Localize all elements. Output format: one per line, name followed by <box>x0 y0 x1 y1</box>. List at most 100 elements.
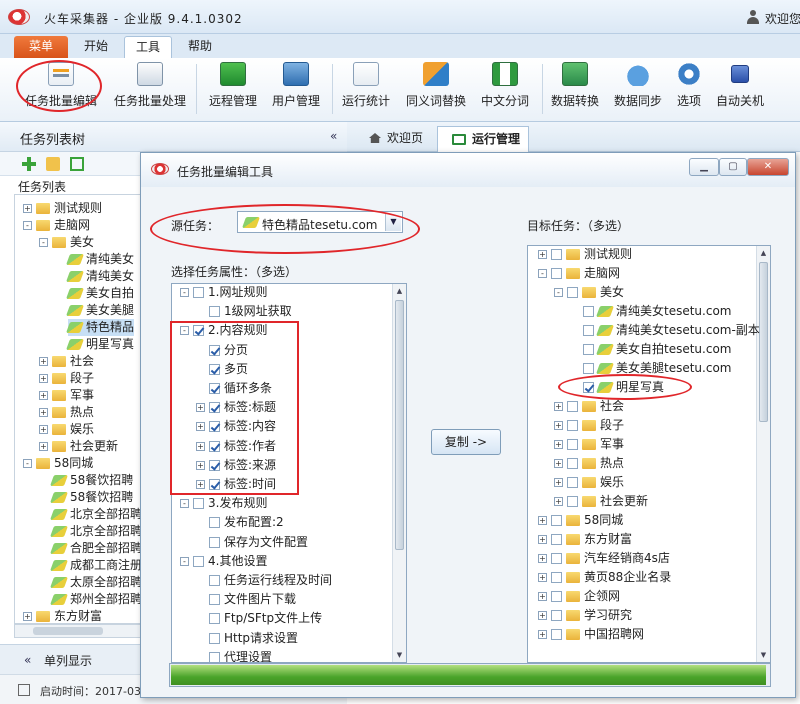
checkbox[interactable] <box>209 613 220 625</box>
tree-row[interactable]: + 东方财富 <box>23 608 102 623</box>
tree-row[interactable]: - 走脑网 <box>538 265 620 282</box>
checkbox[interactable] <box>567 496 578 507</box>
tree-row[interactable]: + 测试规则 <box>23 200 102 217</box>
checkbox[interactable] <box>209 575 220 586</box>
source-task-select[interactable]: 特色精品tesetu.com ▼ <box>237 211 403 233</box>
expand-icon[interactable]: + <box>39 391 48 400</box>
tree-row[interactable]: + 社会更新 <box>39 438 118 455</box>
tree-row[interactable]: 美女美腿tesetu.com <box>583 360 731 377</box>
tree-row[interactable]: + 军事 <box>39 387 94 404</box>
checkbox[interactable] <box>209 594 220 606</box>
tree-row[interactable]: + 标签:时间 <box>196 476 276 493</box>
scroll-thumb[interactable] <box>33 627 103 635</box>
tree-row[interactable]: Http请求设置 <box>209 630 298 647</box>
checkbox[interactable] <box>551 591 562 602</box>
checkbox[interactable] <box>209 402 220 414</box>
scroll-up-icon[interactable]: ▲ <box>757 246 770 260</box>
tab-welcome[interactable]: 欢迎页 <box>353 126 429 152</box>
chinese-segment-button[interactable]: 中文分词 <box>478 62 532 118</box>
checkbox[interactable] <box>209 536 220 548</box>
data-sync-button[interactable]: 数据同步 <box>612 62 664 118</box>
expand-icon[interactable]: + <box>196 422 205 432</box>
tree-row[interactable]: 成都工商注册 <box>49 557 142 574</box>
tree-row[interactable]: + 军事 <box>554 436 624 453</box>
data-convert-button[interactable]: 数据转换 <box>548 62 602 118</box>
checkbox[interactable] <box>567 287 578 298</box>
checkbox[interactable] <box>209 363 220 375</box>
tree-row[interactable]: 北京全部招聘 <box>49 506 142 523</box>
tree-row[interactable]: + 东方财富 <box>538 531 632 548</box>
tree-row[interactable]: + 标签:作者 <box>196 438 276 455</box>
scroll-thumb[interactable] <box>759 262 768 422</box>
tree-row[interactable]: - 1.网址规则 <box>180 284 267 301</box>
menu-button[interactable]: 菜单 <box>14 36 68 58</box>
expand-icon[interactable]: + <box>23 204 32 213</box>
checkbox[interactable] <box>583 344 594 355</box>
collapse-icon[interactable]: - <box>39 238 48 247</box>
tree-row[interactable]: 分页 <box>209 342 248 359</box>
checkbox[interactable] <box>583 325 594 336</box>
expand-icon[interactable]: + <box>196 403 205 413</box>
tree-row[interactable]: 美女自拍tesetu.com <box>583 341 731 358</box>
expand-icon[interactable]: + <box>39 357 48 366</box>
collapse-icon[interactable]: - <box>180 326 189 336</box>
expand-icon[interactable]: + <box>538 630 547 639</box>
checkbox[interactable] <box>583 382 594 393</box>
collapse-icon[interactable]: - <box>23 221 32 230</box>
tree-row[interactable]: 明星写真 <box>65 336 134 353</box>
tree-row[interactable]: 清纯美女tesetu.com <box>583 303 731 320</box>
expand-icon[interactable]: + <box>538 573 547 582</box>
task-attributes-tree[interactable]: ▲ ▼ - 1.网址规则 1级网址获取 - 2.内容规则 分页 多页 循环多条 + 标签:标题 + 标… <box>171 283 407 663</box>
expand-icon[interactable]: + <box>538 611 547 620</box>
checkbox[interactable] <box>209 383 220 394</box>
tree-row[interactable]: + 标签:标题 <box>196 399 276 416</box>
expand-icon[interactable]: + <box>39 374 48 383</box>
tree-row[interactable]: 清纯美女tesetu.com-副本 <box>583 322 760 339</box>
tree-row[interactable]: 太原全部招聘 <box>49 574 142 591</box>
checkbox[interactable] <box>551 610 562 621</box>
options-button[interactable]: 选项 <box>672 62 706 118</box>
tree-row[interactable]: 代理设置 <box>209 649 272 662</box>
expand-icon[interactable]: + <box>196 460 205 470</box>
target-tasks-tree[interactable]: ▲ ▼ + 测试规则 - 走脑网 - 美女 清纯美女tesetu.com 清纯美女tesetu… <box>527 245 771 663</box>
scroll-thumb[interactable] <box>395 300 404 550</box>
tree-row[interactable]: +58同城 <box>538 512 623 529</box>
expand-icon[interactable]: + <box>23 612 32 621</box>
remote-manage-button[interactable]: 远程管理 <box>204 62 262 118</box>
tree-row[interactable]: 任务运行线程及时间 <box>209 572 332 589</box>
checkbox[interactable] <box>209 517 220 529</box>
checkbox[interactable] <box>583 306 594 317</box>
tree-row[interactable]: 明星写真 <box>583 379 664 396</box>
attr-tree-scrollbar[interactable]: ▲ ▼ <box>392 284 406 662</box>
tab-tools[interactable]: 工具 <box>124 36 172 58</box>
tree-row[interactable]: - 3.发布规则 <box>180 495 267 512</box>
user-manage-button[interactable]: 用户管理 <box>268 62 324 118</box>
checkbox[interactable] <box>209 344 220 356</box>
checkbox[interactable] <box>551 515 562 526</box>
tree-row[interactable]: - 美女 <box>554 284 624 301</box>
chevron-down-icon[interactable]: ▼ <box>385 213 401 231</box>
expand-icon[interactable]: + <box>39 442 48 451</box>
tree-row[interactable]: + 标签:来源 <box>196 457 276 474</box>
synonym-replace-button[interactable]: 同义词替换 <box>404 62 468 118</box>
tree-row[interactable]: - 2.内容规则 <box>180 322 267 339</box>
scroll-down-icon[interactable]: ▼ <box>757 648 770 662</box>
expand-icon[interactable]: + <box>538 250 547 259</box>
expand-icon[interactable]: + <box>39 425 48 434</box>
tree-row[interactable]: - 走脑网 <box>23 217 90 234</box>
tree-row[interactable]: + 社会更新 <box>554 493 648 510</box>
expand-icon[interactable]: + <box>554 421 563 430</box>
tree-row[interactable]: 保存为文件配置 <box>209 534 308 551</box>
checkbox[interactable] <box>193 287 204 298</box>
tree-row[interactable]: 郑州全部招聘 <box>49 591 142 608</box>
checkbox[interactable] <box>567 420 578 431</box>
checkbox[interactable] <box>551 249 562 260</box>
tree-row[interactable]: 清纯美女 <box>65 251 134 268</box>
checkbox[interactable] <box>551 629 562 640</box>
target-tree-scrollbar[interactable]: ▲ ▼ <box>756 246 770 662</box>
tree-row[interactable]: - 4.其他设置 <box>180 553 267 570</box>
collapse-icon[interactable]: - <box>554 288 563 297</box>
checkbox[interactable] <box>209 306 220 318</box>
tree-row[interactable]: + 热点 <box>39 404 94 421</box>
tab-start[interactable]: 开始 <box>76 36 116 58</box>
